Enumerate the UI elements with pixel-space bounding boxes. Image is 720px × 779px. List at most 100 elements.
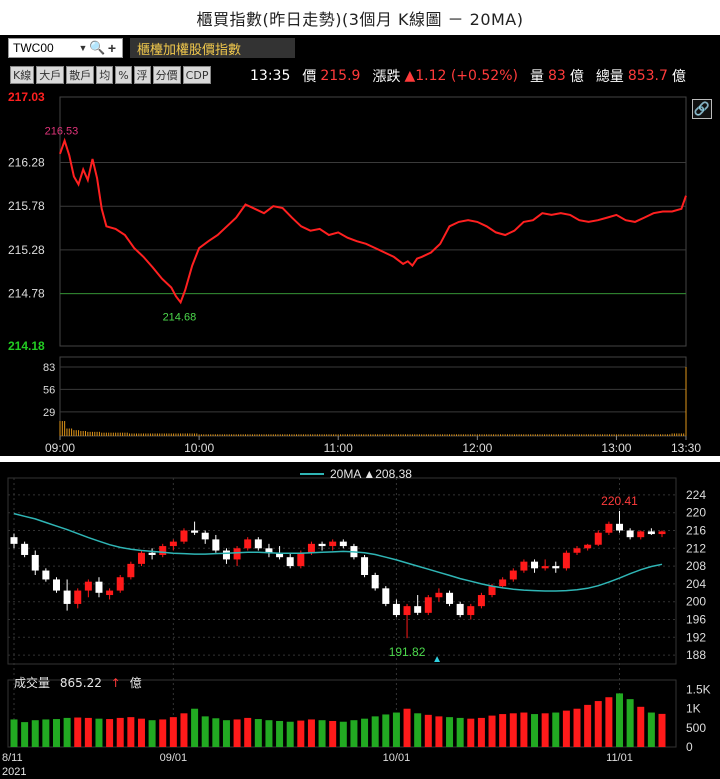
kline-axis-tick-label: 196 — [686, 613, 706, 627]
candle-down — [148, 552, 156, 555]
intraday-high-label: 216.53 — [45, 126, 79, 138]
volume-plot-frame — [59, 356, 687, 437]
candle-down — [446, 592, 454, 604]
ma-swatch — [300, 473, 324, 475]
candle-up — [658, 531, 666, 535]
candle-up — [297, 552, 305, 567]
candle-down — [531, 561, 539, 569]
candle-up — [116, 577, 124, 591]
volume-bar-up — [509, 713, 517, 747]
candle-up — [573, 548, 581, 553]
time-axis-tick-label: 09:00 — [45, 441, 75, 455]
volume-bar-down — [201, 716, 209, 747]
volume-bar-down — [265, 720, 273, 747]
volume-axis-tick-label: 56 — [43, 384, 55, 396]
candle-down — [552, 566, 560, 569]
ma-legend-value: ▲208.38 — [363, 467, 412, 481]
volume-bar-down — [95, 718, 103, 747]
kline-volume-label: 成交量 — [14, 676, 51, 690]
candle-down — [456, 603, 464, 616]
candle-up — [84, 581, 92, 591]
candle-up — [488, 586, 496, 596]
volume-bar-down — [212, 718, 220, 747]
volume-bar-down — [552, 712, 560, 747]
volume-bar-up — [594, 701, 602, 747]
volume-bar-down — [63, 717, 71, 747]
kline-axis-tick-label: 212 — [686, 541, 706, 555]
kline-date-tick-label: 09/01 — [160, 752, 188, 764]
candle-down — [361, 557, 369, 575]
candle-up — [637, 531, 645, 538]
volume-bar-up — [520, 712, 528, 747]
volume-bar-down — [647, 712, 655, 747]
volume-bar-down — [52, 719, 60, 747]
candle-up — [307, 543, 315, 553]
kline-axis-tick-label: 220 — [686, 506, 706, 520]
volume-bar-down — [21, 722, 29, 747]
volume-bar-up — [307, 719, 315, 747]
volume-bar-down — [361, 718, 369, 747]
kline-volume-tick-label: 0 — [686, 740, 693, 754]
ma-legend-name: 20MA — [330, 467, 362, 481]
volume-bar-up — [562, 710, 570, 747]
volume-bar-down — [318, 720, 326, 747]
volume-bar-up — [233, 719, 241, 747]
candle-up — [106, 590, 114, 596]
kline-high-label: 220.41 — [601, 494, 638, 508]
volume-bar-up — [637, 706, 645, 747]
candle-down — [31, 554, 39, 571]
candle-up — [180, 530, 188, 542]
candle-down — [392, 603, 400, 616]
volume-bar-down — [382, 714, 390, 747]
price-axis-tick-label: 214.78 — [8, 287, 45, 301]
volume-bar-down — [286, 721, 294, 747]
kline-volume-value: 865.22 — [59, 676, 102, 690]
volume-bar-down — [339, 721, 347, 747]
kline-volume-tick-label: 500 — [686, 721, 706, 735]
volume-bar-down — [531, 714, 539, 747]
volume-bar-down — [626, 699, 634, 747]
kline-date-tick-label: 8/11 — [2, 752, 23, 764]
candle-up — [584, 544, 592, 549]
volume-bar-down — [392, 712, 400, 747]
time-axis-tick-label: 10:00 — [184, 441, 214, 455]
kline-chart: 224 220 216 212 208 204 200 196 192 188 1.5K 1K 500 0… — [2, 477, 711, 764]
volume-bar-up — [106, 719, 114, 747]
volume-bar-down — [446, 717, 454, 747]
volume-bar-up — [116, 717, 124, 747]
kline-plot-frame — [7, 477, 677, 665]
price-line — [59, 137, 687, 305]
candle-down — [414, 606, 422, 613]
kline-axis-tick-label: 192 — [686, 630, 706, 644]
candle-down — [318, 543, 326, 547]
candle-up — [127, 563, 135, 578]
candle-up — [594, 532, 602, 545]
volume-bar-up — [403, 708, 411, 747]
candle-down — [647, 531, 655, 535]
candle-up — [467, 606, 475, 616]
volume-bar-down — [371, 716, 379, 747]
kline-axis-tick-label: 224 — [686, 488, 706, 502]
volume-bar-up — [573, 708, 581, 747]
link-icon[interactable]: 🔗 — [692, 99, 712, 119]
candle-down — [339, 541, 347, 547]
kline-date-tick-label: 11/01 — [606, 752, 633, 764]
price-axis-tick-label: 217.03 — [8, 90, 45, 104]
kline-axis-tick-label: 204 — [686, 577, 706, 591]
volume-bar-up — [84, 717, 92, 747]
volume-bar-up — [584, 704, 592, 747]
volume-bar-up — [499, 714, 507, 747]
candle-down — [191, 530, 199, 533]
intraday-chart: 217.03 216.28 215.78 215.28 214.78 214.18 216.… — [8, 90, 701, 455]
kline-volume-unit: 億 — [129, 676, 142, 690]
candle-down — [616, 523, 624, 531]
volume-bar-up — [477, 717, 485, 747]
candle-down — [222, 550, 230, 560]
volume-bar-up — [467, 718, 475, 747]
candle-down — [212, 539, 220, 551]
candle-up — [562, 552, 570, 569]
volume-bar-down — [276, 720, 284, 747]
candle-up — [244, 539, 252, 549]
volume-bar-down — [42, 719, 50, 747]
kline-axis-tick-label: 216 — [686, 524, 706, 538]
